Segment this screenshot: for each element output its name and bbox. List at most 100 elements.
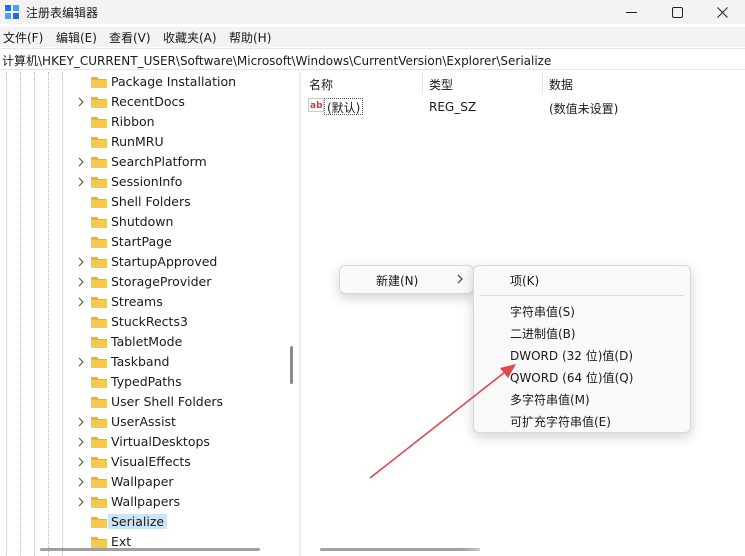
tree-item[interactable]: VisualEffects (74, 452, 279, 472)
tree-scrollbar[interactable] (285, 72, 297, 556)
minimize-icon (625, 11, 637, 13)
submenu-item-multi-string[interactable]: 多字符串值(M) (474, 388, 690, 410)
tree-item[interactable]: Ribbon (74, 112, 279, 132)
folder-icon (91, 437, 107, 448)
list-horizontal-scrollbar[interactable] (320, 548, 480, 551)
folder-icon (91, 217, 107, 228)
tree-item-label: Ribbon (111, 114, 155, 129)
tree-item-label: Package Installation (111, 74, 237, 89)
menu-favorites[interactable]: 收藏夹(A) (163, 29, 217, 46)
menu-edit[interactable]: 编辑(E) (56, 29, 97, 46)
chevron-right-icon[interactable] (77, 277, 85, 287)
tree-scrollbar-thumb[interactable] (290, 346, 293, 384)
tree-guide-line (6, 72, 7, 556)
tree-item-label: VisualEffects (111, 454, 191, 469)
tree-item-label: User Shell Folders (111, 394, 224, 409)
submenu-item-binary[interactable]: 二进制值(B) (474, 322, 690, 344)
blurred-corner (480, 505, 745, 556)
folder-icon (91, 337, 107, 348)
close-button[interactable] (699, 0, 745, 24)
chevron-right-icon[interactable] (77, 497, 85, 507)
submenu-item-dword[interactable]: DWORD (32 位)值(D) (474, 344, 690, 366)
chevron-right-icon[interactable] (77, 437, 85, 447)
chevron-right-icon[interactable] (77, 417, 85, 427)
tree-item[interactable]: SessionInfo (74, 172, 279, 192)
folder-icon (91, 357, 107, 368)
submenu-item-multi-string-label: 多字符串值(M) (510, 393, 590, 407)
tree-item[interactable]: Shutdown (74, 212, 279, 232)
tree-item-label: SessionInfo (111, 174, 183, 189)
chevron-right-icon[interactable] (77, 357, 85, 367)
folder-icon (91, 377, 107, 388)
tree-item-label: StartupApproved (111, 254, 218, 269)
tree-item[interactable]: StorageProvider (74, 272, 279, 292)
tree-item[interactable]: Wallpapers (74, 492, 279, 512)
minimize-button[interactable] (608, 0, 654, 24)
submenu-item-qword-label: QWORD (64 位)值(Q) (510, 371, 634, 385)
menu-view[interactable]: 查看(V) (109, 29, 151, 46)
chevron-right-icon[interactable] (77, 297, 85, 307)
tree-item-label: RecentDocs (111, 94, 185, 109)
column-header-data[interactable]: 数据 (549, 76, 573, 93)
folder-icon (91, 297, 107, 308)
submenu-item-string[interactable]: 字符串值(S) (474, 300, 690, 322)
pane-splitter[interactable] (299, 72, 301, 556)
tree-item[interactable]: TypedPaths (74, 372, 279, 392)
tree-item[interactable]: RecentDocs (74, 92, 279, 112)
tree-item[interactable]: VirtualDesktops (74, 432, 279, 452)
tree-item[interactable]: Streams (74, 292, 279, 312)
chevron-right-icon[interactable] (77, 177, 85, 187)
column-separator[interactable] (422, 72, 423, 94)
maximize-button[interactable] (654, 0, 700, 24)
tree-item[interactable]: Wallpaper (74, 472, 279, 492)
menu-item-new[interactable]: 新建(N) (340, 269, 473, 291)
tree-item[interactable]: Taskband (74, 352, 279, 372)
tree-item-label: TabletMode (111, 334, 183, 349)
menu-item-new-label: 新建(N) (376, 274, 419, 288)
chevron-right-icon[interactable] (77, 257, 85, 267)
tree-item-label: SearchPlatform (111, 154, 207, 169)
maximize-icon (671, 6, 683, 18)
tree-item[interactable]: StartupApproved (74, 252, 279, 272)
menu-file[interactable]: 文件(F) (3, 29, 43, 46)
folder-icon (91, 77, 107, 88)
tree-item-label: Ext (111, 534, 132, 549)
folder-icon (91, 497, 107, 508)
folder-icon (91, 537, 107, 548)
tree-item[interactable]: RunMRU (74, 132, 279, 152)
column-header-type[interactable]: 类型 (429, 76, 453, 93)
submenu-item-expandable-string[interactable]: 可扩充字符串值(E) (474, 410, 690, 432)
folder-icon (91, 277, 107, 288)
tree-item[interactable]: StuckRects3 (74, 312, 279, 332)
folder-icon (91, 397, 107, 408)
tree-item[interactable]: Package Installation (74, 72, 279, 92)
menu-help[interactable]: 帮助(H) (229, 29, 271, 46)
submenu-item-qword[interactable]: QWORD (64 位)值(Q) (474, 366, 690, 388)
chevron-right-icon[interactable] (77, 97, 85, 107)
tree-item[interactable]: SearchPlatform (74, 152, 279, 172)
tree-horizontal-scrollbar[interactable] (40, 548, 260, 551)
tree-item-label: UserAssist (111, 414, 176, 429)
svg-text:ab: ab (310, 101, 323, 111)
tree-item[interactable]: StartPage (74, 232, 279, 252)
tree-item-label: RunMRU (111, 134, 164, 149)
submenu-item-binary-label: 二进制值(B) (510, 327, 576, 341)
column-separator[interactable] (542, 72, 543, 94)
value-data: (数值未设置) (549, 102, 619, 116)
submenu-item-key[interactable]: 项(K) (474, 269, 690, 291)
tree-item-label: Taskband (111, 354, 170, 369)
chevron-right-icon[interactable] (77, 457, 85, 467)
folder-icon (91, 457, 107, 468)
tree-item[interactable]: Shell Folders (74, 192, 279, 212)
string-value-icon: ab (308, 98, 324, 112)
tree-item-label: Shell Folders (111, 194, 191, 209)
tree-item[interactable]: Serialize (74, 512, 279, 532)
tree-item[interactable]: UserAssist (74, 412, 279, 432)
tree-item[interactable]: TabletMode (74, 332, 279, 352)
column-header-name[interactable]: 名称 (309, 76, 333, 93)
chevron-right-icon[interactable] (77, 477, 85, 487)
tree-item[interactable]: User Shell Folders (74, 392, 279, 412)
tree-guide-line (48, 72, 49, 556)
chevron-right-icon[interactable] (77, 157, 85, 167)
address-bar[interactable]: 计算机\HKEY_CURRENT_USER\Software\Microsoft… (0, 48, 745, 70)
